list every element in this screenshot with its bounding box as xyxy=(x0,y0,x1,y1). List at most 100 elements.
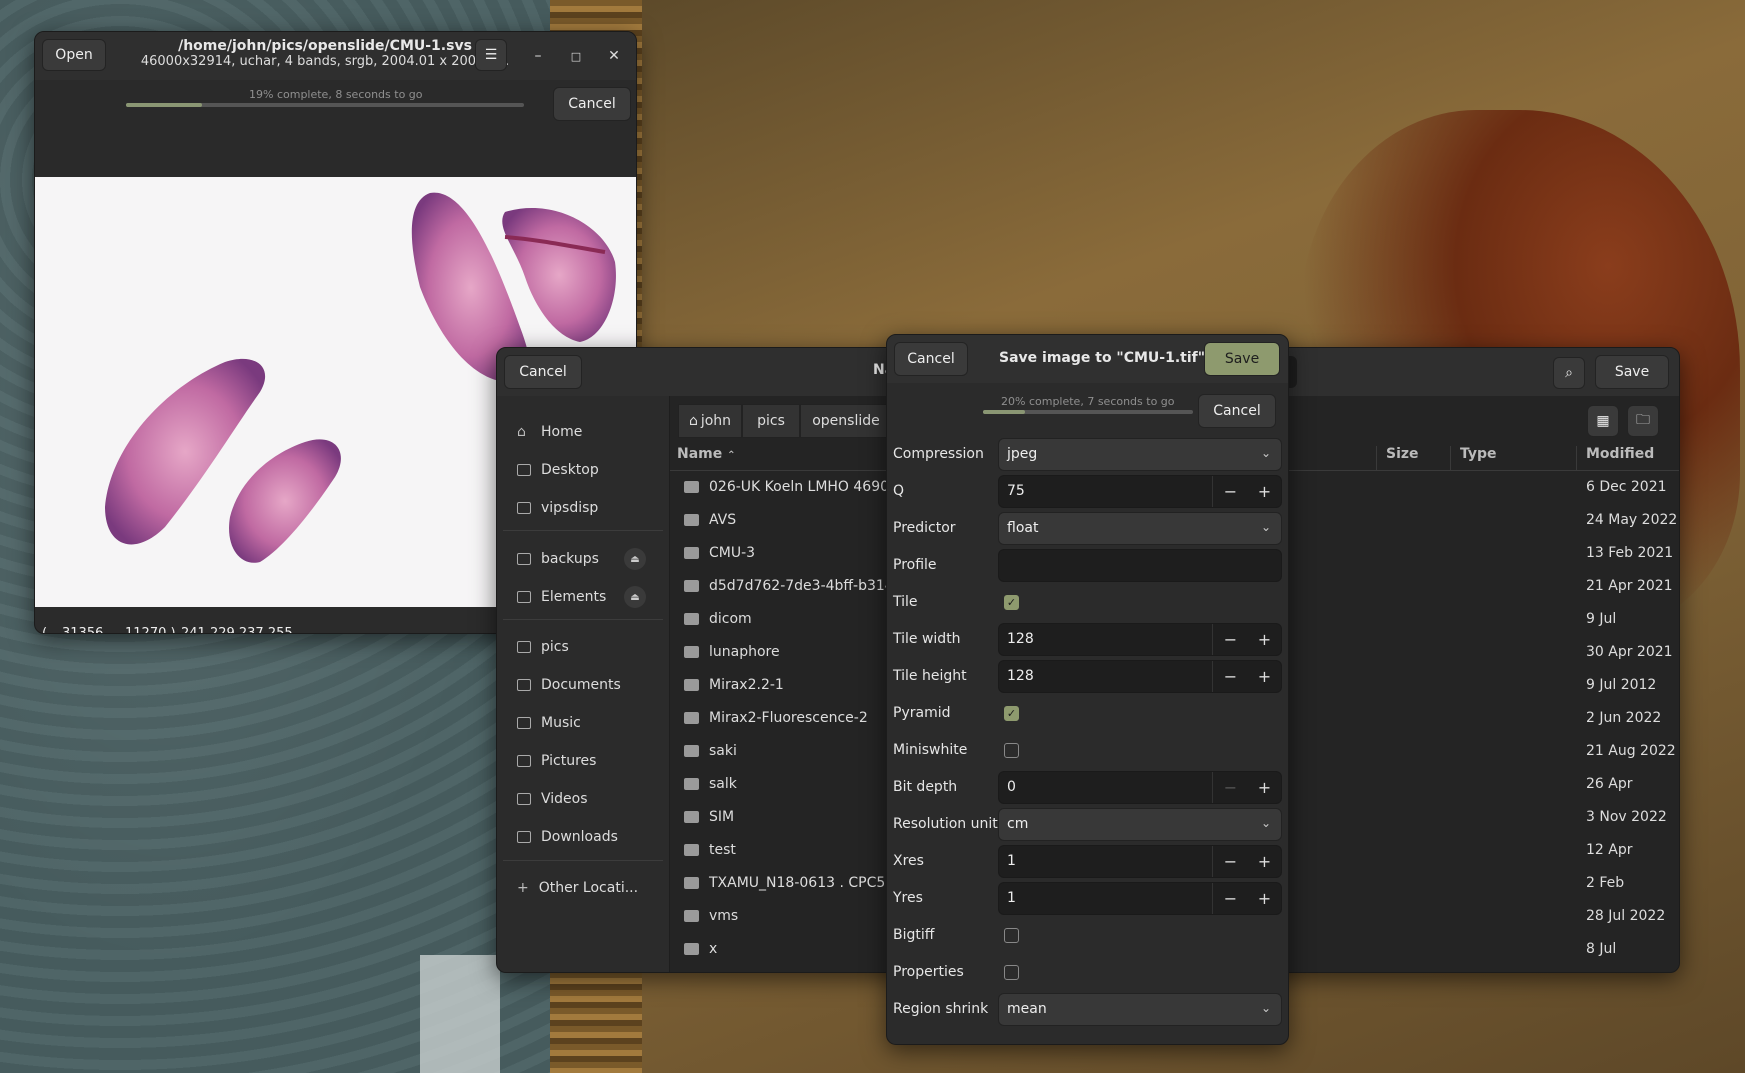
tile-width-spinbutton[interactable]: 128 − + xyxy=(998,623,1282,656)
search-button[interactable]: ⌕ xyxy=(1553,357,1585,389)
bit-depth-spinbutton[interactable]: 0 − + xyxy=(998,771,1282,804)
tile-height-increment-button[interactable]: + xyxy=(1248,661,1281,692)
save-dialog-cancel-button[interactable]: Cancel xyxy=(894,342,968,376)
sidebar-item-music[interactable]: Music xyxy=(517,708,581,738)
predictor-dropdown[interactable]: float ⌄ xyxy=(998,512,1282,545)
file-name: salk xyxy=(709,776,737,792)
bit-depth-increment-button[interactable]: + xyxy=(1248,772,1281,803)
compression-value: jpeg xyxy=(1007,446,1038,462)
file-name-cell: Mirax2.2-1 xyxy=(684,677,784,693)
status-x-coordinate: 31356 , xyxy=(62,626,112,634)
folder-icon xyxy=(684,745,699,757)
menu-button[interactable]: ☰ xyxy=(475,39,507,71)
bit-depth-value: 0 xyxy=(1007,779,1016,795)
xres-decrement-button[interactable]: − xyxy=(1214,846,1247,877)
q-label: Q xyxy=(893,483,905,499)
breadcrumb-john[interactable]: ⌂ john xyxy=(678,404,742,438)
xres-increment-button[interactable]: + xyxy=(1248,846,1281,877)
sidebar-item-elements[interactable]: Elements xyxy=(517,582,606,612)
eject-elements-button[interactable]: ⏏ xyxy=(624,586,646,608)
compression-dropdown[interactable]: jpeg ⌄ xyxy=(998,438,1282,471)
file-name: TXAMU_N18-0613 . CPC516 xyxy=(709,875,904,891)
save-dialog-title: Save image to "CMU-1.tif" xyxy=(999,350,1206,366)
miniswhite-label: Miniswhite xyxy=(893,742,968,758)
breadcrumb-pics[interactable]: pics xyxy=(742,404,800,438)
file-name-cell: Mirax2-Fluorescence-2 xyxy=(684,710,868,726)
file-name-cell: 026-UK Koeln LMHO 4690_1 xyxy=(684,479,905,495)
open-button[interactable]: Open xyxy=(42,39,106,71)
file-name-cell: TXAMU_N18-0613 . CPC516 xyxy=(684,875,903,891)
view-grid-button[interactable]: ▦ xyxy=(1587,405,1619,437)
sidebar-item-vipsdisp[interactable]: vipsdisp xyxy=(517,493,598,523)
tile-height-value: 128 xyxy=(1007,668,1034,684)
tile-height-spinbutton[interactable]: 128 − + xyxy=(998,660,1282,693)
file-name: Mirax2.2-1 xyxy=(709,677,784,693)
folder-icon xyxy=(517,717,531,729)
tile-width-decrement-button[interactable]: − xyxy=(1214,624,1247,655)
pyramid-checkbox[interactable]: ✓ xyxy=(1004,706,1019,721)
minimize-icon: – xyxy=(534,48,542,64)
tile-width-increment-button[interactable]: + xyxy=(1248,624,1281,655)
tile-height-decrement-button[interactable]: − xyxy=(1214,661,1247,692)
file-name-cell: saki xyxy=(684,743,737,759)
file-modified: 9 Jul xyxy=(1586,611,1617,627)
file-name: Mirax2-Fluorescence-2 xyxy=(709,710,868,726)
minimize-button[interactable]: – xyxy=(523,41,553,71)
region-shrink-dropdown[interactable]: mean ⌄ xyxy=(998,993,1282,1026)
new-folder-button[interactable]: 🗀 xyxy=(1627,405,1659,437)
tile-height-option: Tile height 128 − + xyxy=(893,660,1283,693)
save-progress-cancel-button[interactable]: Cancel xyxy=(1198,394,1276,428)
column-header-type[interactable]: Type xyxy=(1460,446,1497,470)
maximize-button[interactable]: □ xyxy=(561,41,591,71)
q-spinbutton[interactable]: 75 − + xyxy=(998,475,1282,508)
sidebar-item-other-locations[interactable]: + Other Locati... xyxy=(517,873,638,903)
viewer-progress-cancel-button[interactable]: Cancel xyxy=(553,87,631,121)
tile-checkbox[interactable]: ✓ xyxy=(1004,595,1019,610)
profile-input[interactable] xyxy=(998,549,1282,582)
properties-checkbox[interactable] xyxy=(1004,965,1019,980)
yres-decrement-button[interactable]: − xyxy=(1214,883,1247,914)
miniswhite-checkbox[interactable] xyxy=(1004,743,1019,758)
folder-icon xyxy=(684,778,699,790)
sidebar-item-label: pics xyxy=(541,639,569,655)
column-header-name[interactable]: Name ⌃ xyxy=(677,446,736,470)
folder-icon xyxy=(517,679,531,691)
file-name: d5d7d762-7de3-4bff-b314-e xyxy=(709,578,908,594)
folder-icon xyxy=(517,755,531,767)
column-header-modified[interactable]: Modified xyxy=(1586,446,1654,470)
sidebar-item-desktop[interactable]: Desktop xyxy=(517,455,599,485)
breadcrumb-openslide[interactable]: openslide xyxy=(800,404,892,438)
bigtiff-checkbox[interactable] xyxy=(1004,928,1019,943)
sidebar-item-pics[interactable]: pics xyxy=(517,632,569,662)
eject-backups-button[interactable]: ⏏ xyxy=(624,548,646,570)
save-progress-fill xyxy=(983,410,1025,414)
q-increment-button[interactable]: + xyxy=(1248,476,1281,507)
sidebar-item-videos[interactable]: Videos xyxy=(517,784,588,814)
chooser-cancel-button[interactable]: Cancel xyxy=(504,355,582,389)
file-name: vms xyxy=(709,908,739,924)
sidebar-item-pictures[interactable]: Pictures xyxy=(517,746,596,776)
eject-icon: ⏏ xyxy=(630,553,640,565)
sidebar-item-downloads[interactable]: Downloads xyxy=(517,822,618,852)
sidebar-item-backups[interactable]: backups xyxy=(517,544,599,574)
sidebar-item-home[interactable]: ⌂ Home xyxy=(517,417,582,447)
column-header-size[interactable]: Size xyxy=(1386,446,1419,470)
resolution-unit-dropdown[interactable]: cm ⌄ xyxy=(998,808,1282,841)
sidebar-item-label: vipsdisp xyxy=(541,500,599,516)
bit-depth-decrement-button[interactable]: − xyxy=(1214,772,1247,803)
xres-spinbutton[interactable]: 1 − + xyxy=(998,845,1282,878)
chooser-save-button[interactable]: Save xyxy=(1595,355,1669,389)
yres-spinbutton[interactable]: 1 − + xyxy=(998,882,1282,915)
file-modified: 28 Jul 2022 xyxy=(1586,908,1666,924)
folder-icon xyxy=(684,910,699,922)
save-dialog-save-button[interactable]: Save xyxy=(1204,342,1280,376)
q-decrement-button[interactable]: − xyxy=(1214,476,1247,507)
tile-option: Tile ✓ xyxy=(893,586,1283,619)
sidebar-item-label: Desktop xyxy=(541,462,599,478)
sidebar-item-documents[interactable]: Documents xyxy=(517,670,621,700)
yres-increment-button[interactable]: + xyxy=(1248,883,1281,914)
bit-depth-option: Bit depth 0 − + xyxy=(893,771,1283,804)
close-button[interactable]: ✕ xyxy=(599,41,629,71)
tile-label: Tile xyxy=(893,594,918,610)
folder-icon xyxy=(517,793,531,805)
